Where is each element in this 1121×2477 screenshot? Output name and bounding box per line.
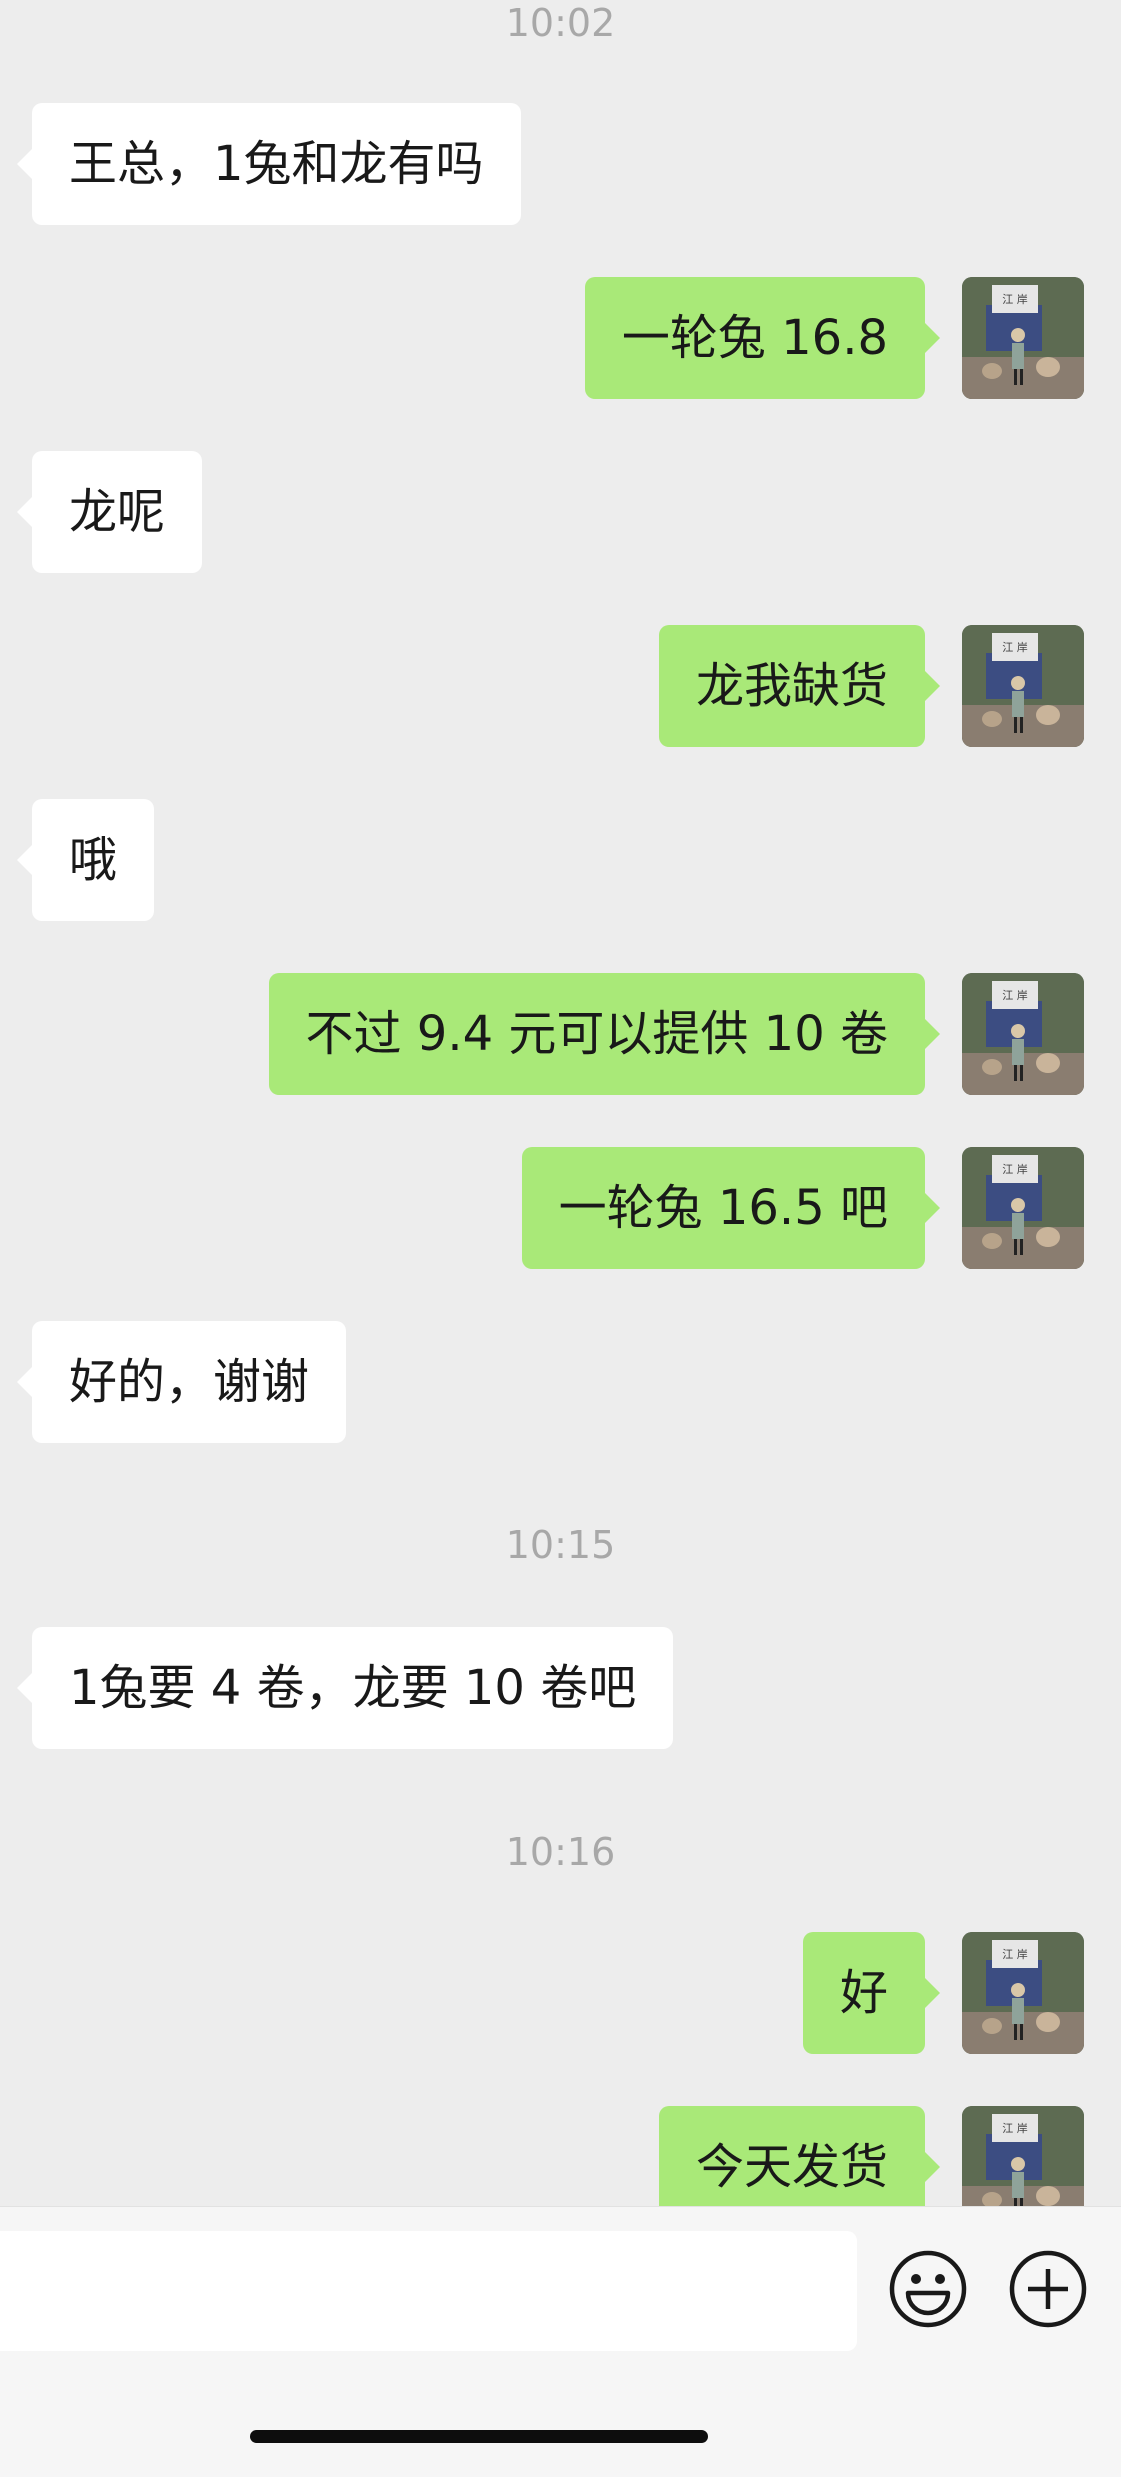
avatar[interactable]: 江 岸 — [962, 1932, 1084, 2054]
avatar-sign-text: 江 岸 — [1002, 641, 1028, 654]
avatar-sign-text: 江 岸 — [1002, 293, 1028, 306]
timestamp: 10:02 — [505, 1, 616, 45]
message-bubble-outgoing[interactable]: 好 — [802, 1932, 941, 2054]
avatar-sign-text: 江 岸 — [1002, 989, 1028, 1002]
message-bubble-outgoing[interactable]: 龙我缺货 — [658, 625, 941, 747]
message-bubble-outgoing[interactable]: 一轮兔 16.5 吧 — [521, 1147, 941, 1269]
avatar-photo-icon: 江 岸 — [962, 1147, 1084, 1269]
avatar-photo-icon: 江 岸 — [962, 1932, 1084, 2054]
chat-area[interactable]: 10:02 王总，1兔和龙有吗 一轮兔 16.8 江 岸 龙呢 龙我缺货 江 岸… — [0, 0, 1121, 2206]
message-bubble-outgoing[interactable]: 一轮兔 16.8 — [584, 277, 941, 399]
avatar[interactable]: 江 岸 — [962, 1147, 1084, 1269]
avatar-photo-icon: 江 岸 — [962, 625, 1084, 747]
message-bubble-incoming[interactable]: 好的，谢谢 — [16, 1321, 347, 1443]
message-bubble-incoming[interactable]: 哦 — [16, 799, 155, 921]
avatar-sign-text: 江 岸 — [1002, 1948, 1028, 1961]
avatar[interactable]: 江 岸 — [962, 973, 1084, 1095]
avatar[interactable]: 江 岸 — [962, 2106, 1084, 2206]
home-indicator[interactable] — [250, 2430, 708, 2443]
avatar-sign-text: 江 岸 — [1002, 1163, 1028, 1176]
message-bubble-incoming[interactable]: 王总，1兔和龙有吗 — [17, 103, 521, 225]
avatar-photo-icon: 江 岸 — [962, 277, 1084, 399]
avatar[interactable]: 江 岸 — [962, 277, 1084, 399]
avatar-photo-icon: 江 岸 — [962, 973, 1084, 1095]
emoji-icon — [889, 2250, 967, 2328]
message-bubble-incoming[interactable]: 1兔要 4 卷，龙要 10 卷吧 — [16, 1627, 674, 1749]
message-bubble-incoming[interactable]: 龙呢 — [16, 451, 203, 573]
message-bubble-outgoing[interactable]: 不过 9.4 元可以提供 10 卷 — [268, 973, 941, 1095]
plus-icon — [1009, 2250, 1087, 2328]
more-button[interactable] — [1008, 2249, 1088, 2329]
avatar-photo-icon: 江 岸 — [962, 2106, 1084, 2206]
avatar[interactable]: 江 岸 — [962, 625, 1084, 747]
timestamp: 10:15 — [505, 1523, 616, 1567]
message-input[interactable] — [0, 2231, 857, 2351]
timestamp: 10:16 — [505, 1830, 616, 1874]
message-bubble-outgoing[interactable]: 今天发货 — [658, 2106, 941, 2206]
emoji-button[interactable] — [888, 2249, 968, 2329]
avatar-sign-text: 江 岸 — [1002, 2122, 1028, 2135]
